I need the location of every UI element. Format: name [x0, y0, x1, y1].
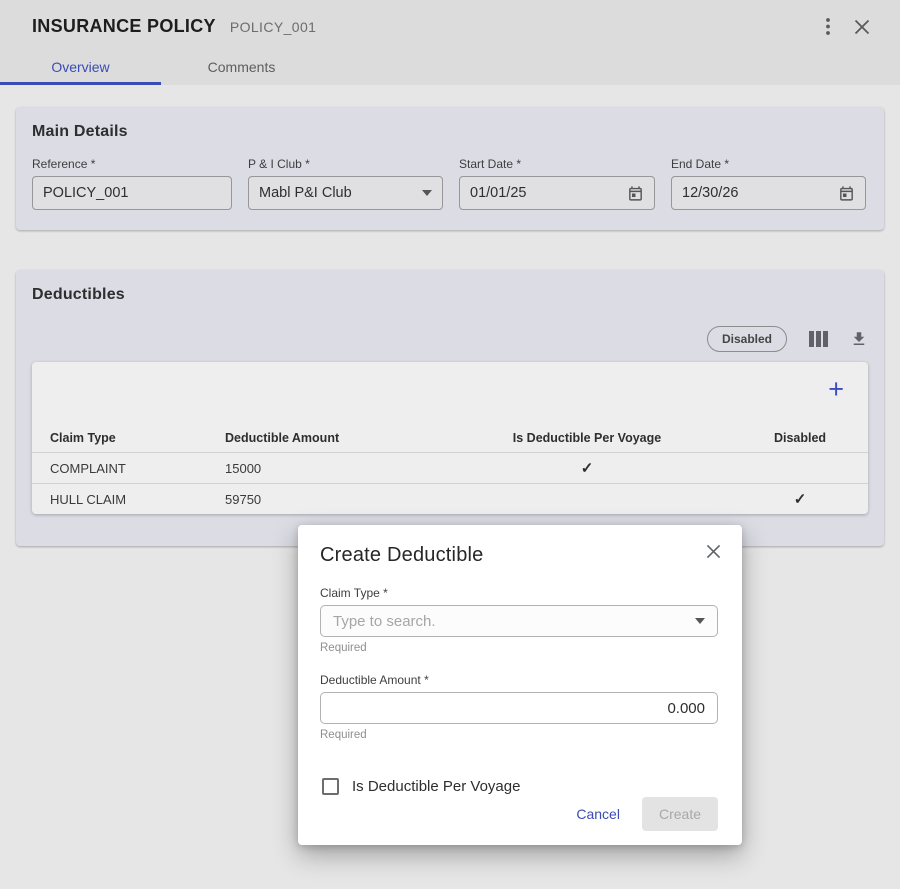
start-date-label: Start Date * [459, 157, 655, 171]
main-details-card: Main Details Reference * P & I Club * [16, 107, 884, 230]
col-header-disabled[interactable]: Disabled [750, 431, 850, 445]
modal-title: Create Deductible [320, 544, 718, 567]
deductibles-heading: Deductibles [32, 286, 868, 304]
table-row[interactable]: COMPLAINT 15000 ✓ [32, 452, 868, 483]
download-icon[interactable] [850, 330, 868, 348]
claim-type-required-hint: Required [320, 642, 718, 654]
pi-club-select-value[interactable] [259, 185, 416, 201]
start-date-input[interactable] [459, 176, 655, 210]
insurance-policy-dialog: INSURANCE POLICY POLICY_001 Overview Com… [0, 0, 900, 889]
tab-comments[interactable]: Comments [161, 51, 322, 85]
columns-icon[interactable] [809, 331, 828, 347]
modal-actions: Cancel Create [576, 797, 718, 831]
policy-reference-subtitle: POLICY_001 [230, 19, 317, 35]
overview-content: Main Details Reference * P & I Club * [0, 85, 900, 546]
pi-club-field: P & I Club * [248, 157, 443, 210]
end-date-field: End Date * [671, 157, 866, 210]
close-icon[interactable] [854, 19, 870, 35]
cell-claim-type: HULL CLAIM [50, 492, 225, 507]
reference-input-value[interactable] [43, 185, 221, 201]
deductible-amount-input[interactable] [320, 692, 718, 724]
kebab-menu-icon[interactable] [826, 18, 830, 35]
deductibles-card: Deductibles Disabled + Claim Type Deduct… [16, 270, 884, 546]
deductible-amount-label: Deductible Amount * [320, 673, 718, 687]
table-header-row: Claim Type Deductible Amount Is Deductib… [32, 424, 868, 452]
tab-bar: Overview Comments [0, 51, 900, 85]
disabled-filter-chip[interactable]: Disabled [707, 326, 787, 352]
dialog-header: INSURANCE POLICY POLICY_001 Overview Com… [0, 0, 900, 85]
cancel-button[interactable]: Cancel [576, 806, 620, 822]
per-voyage-checkbox-row: Is Deductible Per Voyage [322, 778, 718, 795]
cell-amount: 15000 [225, 461, 424, 476]
tab-overview[interactable]: Overview [0, 51, 161, 85]
end-date-input-value[interactable] [682, 185, 832, 201]
reference-input[interactable] [32, 176, 232, 210]
main-details-heading: Main Details [32, 123, 868, 141]
per-voyage-checkbox[interactable] [322, 778, 339, 795]
claim-type-select[interactable] [320, 605, 718, 637]
table-row[interactable]: HULL CLAIM 59750 ✓ [32, 483, 868, 514]
end-date-label: End Date * [671, 157, 866, 171]
deductibles-table: + Claim Type Deductible Amount Is Deduct… [32, 362, 868, 514]
start-date-field: Start Date * [459, 157, 655, 210]
per-voyage-checkbox-label: Is Deductible Per Voyage [352, 778, 520, 795]
titlebar: INSURANCE POLICY POLICY_001 [0, 16, 900, 41]
cell-amount: 59750 [225, 492, 424, 507]
col-header-per-voyage[interactable]: Is Deductible Per Voyage [424, 431, 750, 445]
amount-required-hint: Required [320, 729, 718, 741]
col-header-claim-type[interactable]: Claim Type [50, 431, 225, 445]
reference-label: Reference * [32, 157, 232, 171]
pi-club-select[interactable] [248, 176, 443, 210]
table-toolbar: + [32, 362, 868, 424]
modal-close-icon[interactable] [706, 544, 721, 559]
end-date-input[interactable] [671, 176, 866, 210]
calendar-icon[interactable] [621, 185, 644, 202]
create-deductible-modal: Create Deductible Claim Type * Required … [298, 525, 742, 845]
start-date-input-value[interactable] [470, 185, 621, 201]
reference-field: Reference * [32, 157, 232, 210]
pi-club-label: P & I Club * [248, 157, 443, 171]
claim-type-label: Claim Type * [320, 586, 718, 600]
grid-controls: Disabled [32, 326, 868, 352]
col-header-deductible-amount[interactable]: Deductible Amount [225, 431, 424, 445]
claim-type-search-input[interactable] [333, 613, 689, 630]
chevron-down-icon[interactable] [416, 190, 432, 196]
page-title: INSURANCE POLICY [32, 16, 216, 37]
deductible-amount-value[interactable] [333, 700, 705, 717]
calendar-icon[interactable] [832, 185, 855, 202]
check-icon: ✓ [424, 459, 750, 477]
add-deductible-button[interactable]: + [828, 376, 844, 403]
cell-claim-type: COMPLAINT [50, 461, 225, 476]
create-button[interactable]: Create [642, 797, 718, 831]
chevron-down-icon[interactable] [689, 618, 705, 624]
check-icon: ✓ [750, 490, 850, 508]
